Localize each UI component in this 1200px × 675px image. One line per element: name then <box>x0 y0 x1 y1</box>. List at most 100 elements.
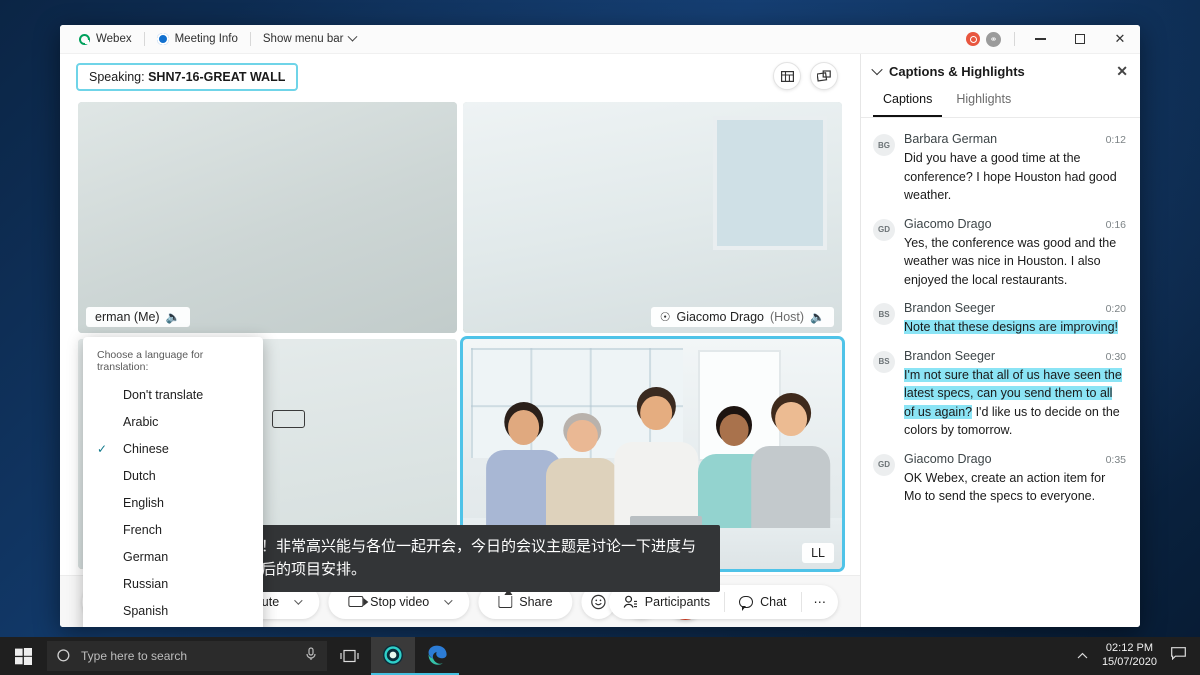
meeting-info-label: Meeting Info <box>175 33 238 45</box>
language-option-french[interactable]: French <box>83 516 263 543</box>
window-controls: ⚭ ✕ <box>966 25 1140 54</box>
share-label: Share <box>519 595 552 609</box>
panel-close-button[interactable]: ✕ <box>1116 64 1128 78</box>
tab-captions[interactable]: Captions <box>873 88 942 117</box>
caption-timestamp: 0:16 <box>1106 219 1126 231</box>
task-view-icon <box>340 649 359 663</box>
language-option-label: Spanish <box>117 604 168 618</box>
grid-layout-icon <box>781 71 794 82</box>
captions-list[interactable]: BG Barbara German 0:12 Did you have a go… <box>861 118 1140 627</box>
participants-icon <box>623 595 638 609</box>
search-placeholder: Type here to search <box>81 649 187 663</box>
webex-menu-item[interactable]: Webex <box>72 33 139 45</box>
caption-speaker-name: Brandon Seeger <box>904 349 1106 363</box>
video-feed <box>463 102 842 333</box>
taskbar-webex-app[interactable] <box>371 637 415 675</box>
divider <box>1014 32 1015 46</box>
search-icon <box>57 649 72 664</box>
avatar: BS <box>873 303 895 325</box>
language-option-russian[interactable]: Russian <box>83 570 263 597</box>
info-icon <box>157 33 169 45</box>
edge-browser-icon <box>426 644 448 666</box>
caption-speaker-name: Brandon Seeger <box>904 301 1106 315</box>
webex-app-icon <box>382 644 404 666</box>
participant-name: LL <box>811 546 825 560</box>
share-screen-icon <box>498 596 512 608</box>
panel-title: Captions & Highlights <box>889 64 1025 79</box>
participant-name: erman (Me) <box>95 310 160 324</box>
chevron-collapse-icon[interactable] <box>871 64 882 75</box>
video-feed <box>78 102 457 333</box>
avatar: GD <box>873 454 895 476</box>
caption-entry-highlighted: BS Brandon Seeger 0:20 Note that these d… <box>861 295 1140 343</box>
language-option-arabic[interactable]: Arabic <box>83 408 263 435</box>
translation-language-menu[interactable]: Choose a language for translation: Don't… <box>83 337 263 627</box>
chat-button[interactable]: Chat <box>725 585 800 619</box>
meeting-info-button[interactable]: Meeting Info <box>150 33 245 45</box>
start-button[interactable] <box>0 637 47 675</box>
participant-name-tag: erman (Me) 🔈 <box>86 307 190 327</box>
language-option-english[interactable]: English <box>83 489 263 516</box>
stage-top-bar: Speaking: SHN7-16-GREAT WALL <box>60 54 860 102</box>
language-option-label: English <box>117 496 164 510</box>
stop-video-label: Stop video <box>370 595 429 609</box>
panel-header: Captions & Highlights ✕ <box>861 54 1140 88</box>
more-panels-button[interactable]: ⋯ <box>802 585 839 619</box>
window-title-bar: Webex Meeting Info Show menu bar ⚭ ✕ <box>60 25 1140 54</box>
chevron-down-icon <box>294 596 302 604</box>
caption-text: Yes, the conference was good and the wea… <box>904 234 1126 290</box>
minimize-button[interactable] <box>1020 25 1060 54</box>
language-option-dutch[interactable]: Dutch <box>83 462 263 489</box>
language-option-dont-translate[interactable]: Don't translate <box>83 381 263 408</box>
close-button[interactable]: ✕ <box>1100 25 1140 54</box>
recording-indicator-icon[interactable] <box>966 32 980 46</box>
host-icon: ☉ <box>660 310 671 324</box>
chat-label: Chat <box>760 595 786 609</box>
show-menu-bar-label: Show menu bar <box>263 33 344 45</box>
show-menu-bar-button[interactable]: Show menu bar <box>256 33 364 45</box>
language-option-spanish[interactable]: Spanish <box>83 597 263 624</box>
cortana-mic-icon[interactable] <box>305 647 317 666</box>
caption-speaker-name: Giacomo Drago <box>904 452 1106 466</box>
caption-entry: GD Giacomo Drago 0:35 OK Webex, create a… <box>861 446 1140 512</box>
video-tile-host[interactable]: ☉ Giacomo Drago (Host) 🔈 <box>463 102 842 333</box>
video-stage: Speaking: SHN7-16-GREAT WALL <box>60 54 860 627</box>
participant-name-tag: ☉ Giacomo Drago (Host) 🔈 <box>651 307 834 327</box>
active-speaker-banner: Speaking: SHN7-16-GREAT WALL <box>76 63 298 91</box>
caption-timestamp: 0:12 <box>1106 134 1126 146</box>
close-icon: ✕ <box>1115 31 1126 47</box>
language-option-chinese[interactable]: ✓ Chinese <box>83 435 263 462</box>
participant-role: (Host) <box>770 310 804 324</box>
language-option-label: Russian <box>117 577 168 591</box>
clock-date: 15/07/2020 <box>1102 656 1157 670</box>
caption-speaker-name: Barbara German <box>904 132 1106 146</box>
tab-highlights[interactable]: Highlights <box>946 88 1021 117</box>
webex-logo-icon <box>79 34 90 45</box>
language-option-label: French <box>117 523 162 537</box>
language-menu-title: Choose a language for translation: <box>83 349 263 381</box>
tray-expand-button[interactable] <box>1077 647 1088 665</box>
search-box[interactable]: Type here to search <box>47 641 327 671</box>
check-icon: ✓ <box>97 443 113 455</box>
language-option-label: Arabic <box>117 415 158 429</box>
grid-layout-button[interactable] <box>773 62 801 90</box>
language-option-german[interactable]: German <box>83 543 263 570</box>
floating-panel-button[interactable] <box>810 62 838 90</box>
clock[interactable]: 02:12 PM 15/07/2020 <box>1102 642 1157 670</box>
maximize-button[interactable] <box>1060 25 1100 54</box>
notifications-button[interactable] <box>1171 647 1186 665</box>
caption-text-container: I'm not sure that all of us have seen th… <box>904 366 1126 440</box>
mic-muted-icon: 🔈 <box>810 311 825 323</box>
clock-time: 02:12 PM <box>1102 642 1157 656</box>
task-view-button[interactable] <box>327 637 371 675</box>
audio-connection-icon[interactable]: ⚭ <box>986 32 1001 47</box>
language-option-label: Dutch <box>117 469 156 483</box>
divider <box>144 32 145 46</box>
video-tile-self[interactable]: erman (Me) 🔈 <box>78 102 457 333</box>
taskbar-edge-app[interactable] <box>415 637 459 675</box>
mic-muted-icon: 🔈 <box>166 311 181 323</box>
floating-panel-icon <box>817 70 831 82</box>
participant-name-tag: LL <box>802 543 834 563</box>
language-option-label: German <box>117 550 168 564</box>
more-label: ⋯ <box>814 594 827 609</box>
